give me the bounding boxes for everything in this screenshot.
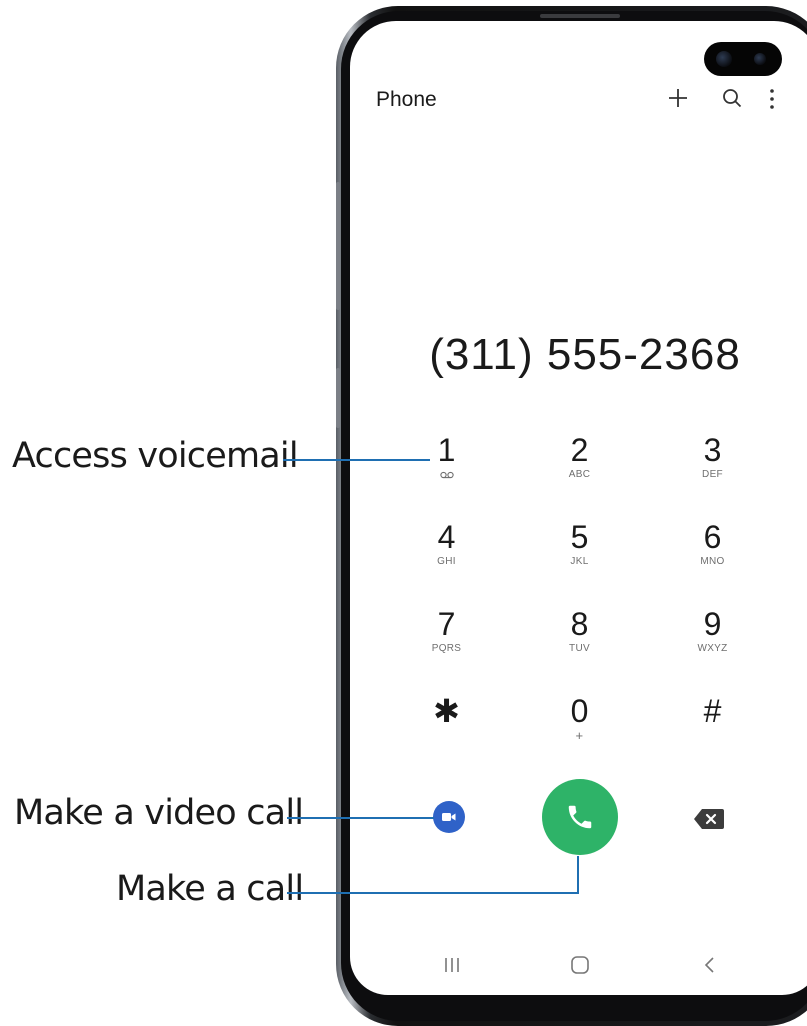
- key-digit: 8: [570, 606, 589, 642]
- key-8[interactable]: 8 TUV: [513, 606, 646, 693]
- phone-call-icon: [568, 805, 592, 829]
- front-camera: [704, 42, 782, 76]
- key-3[interactable]: 3 DEF: [646, 432, 779, 519]
- key-5[interactable]: 5 JKL: [513, 519, 646, 606]
- key-digit: 6: [703, 519, 722, 555]
- key-digit: 5: [570, 519, 589, 555]
- key-star[interactable]: ✱: [380, 693, 513, 780]
- key-letters: GHI: [437, 556, 456, 567]
- key-1[interactable]: 1: [380, 432, 513, 519]
- key-digit: 7: [437, 606, 456, 642]
- app-title: Phone: [376, 88, 437, 111]
- key-digit: 1: [437, 432, 456, 468]
- key-letters: ABC: [568, 469, 591, 480]
- key-letters: +: [575, 728, 584, 743]
- key-digit: 0: [570, 693, 589, 729]
- dialed-number-display[interactable]: (311) 555-2368: [352, 330, 807, 380]
- dial-keypad: 1 2 ABC 3 DEF 4 GHI 5 JKL 6 MNO 7 PQRS 8…: [380, 432, 780, 780]
- key-2[interactable]: 2 ABC: [513, 432, 646, 519]
- key-digit: 3: [703, 432, 722, 468]
- key-letters: JKL: [570, 556, 589, 567]
- voicemail-icon: [439, 471, 454, 479]
- key-letters: PQRS: [431, 643, 462, 654]
- key-letters: TUV: [569, 643, 590, 654]
- key-9[interactable]: 9 WXYZ: [646, 606, 779, 693]
- callout-make-call: Make a call: [116, 869, 304, 909]
- key-4[interactable]: 4 GHI: [380, 519, 513, 606]
- key-digit: 2: [570, 432, 589, 468]
- key-digit: #: [703, 693, 722, 729]
- bixby-key: [336, 368, 340, 428]
- key-6[interactable]: 6 MNO: [646, 519, 779, 606]
- backspace-icon[interactable]: [693, 808, 725, 830]
- callout-make-video-call: Make a video call: [14, 793, 304, 833]
- camera-lens-secondary: [754, 53, 766, 65]
- video-call-button[interactable]: [433, 801, 465, 833]
- key-digit: 4: [437, 519, 456, 555]
- volume-key: [336, 182, 340, 310]
- earpiece-speaker: [540, 14, 620, 18]
- callout-access-voicemail: Access voicemail: [12, 436, 299, 476]
- back-icon[interactable]: [698, 953, 722, 977]
- key-letters: WXYZ: [697, 643, 728, 654]
- key-0[interactable]: 0 +: [513, 693, 646, 780]
- more-options-icon[interactable]: [760, 86, 784, 112]
- key-letters: MNO: [700, 556, 725, 567]
- add-icon[interactable]: [666, 86, 690, 110]
- home-icon[interactable]: [568, 953, 592, 977]
- call-button[interactable]: [542, 779, 618, 855]
- video-call-icon: [442, 813, 456, 821]
- search-icon[interactable]: [720, 86, 744, 110]
- key-digit: ✱: [433, 693, 460, 729]
- camera-lens: [716, 51, 732, 67]
- key-hash[interactable]: #: [646, 693, 779, 780]
- key-letters: DEF: [702, 469, 723, 480]
- key-7[interactable]: 7 PQRS: [380, 606, 513, 693]
- recent-apps-icon[interactable]: [440, 953, 464, 977]
- key-digit: 9: [703, 606, 722, 642]
